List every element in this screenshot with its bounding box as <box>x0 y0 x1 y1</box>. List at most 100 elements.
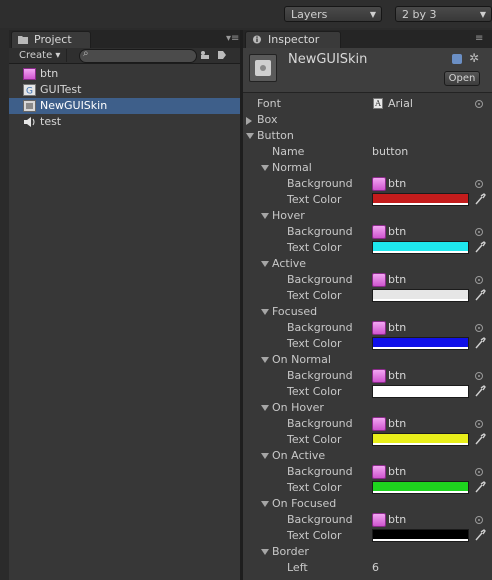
asset-label: NewGUISkin <box>40 99 108 112</box>
filter-by-label-icon[interactable] <box>217 50 227 60</box>
state-label: Hover <box>272 209 305 222</box>
panel-menu-icon[interactable]: ▾≡ <box>226 33 239 44</box>
list-item[interactable]: btn <box>9 66 240 82</box>
foldout-open-icon[interactable] <box>261 261 269 267</box>
name-value[interactable]: button <box>372 144 408 160</box>
foldout-closed-icon[interactable] <box>246 117 252 125</box>
tab-project-label: Project <box>34 33 72 46</box>
foldout-state[interactable]: Focused <box>243 304 492 320</box>
background-value[interactable]: btn <box>388 272 406 288</box>
background-value[interactable]: btn <box>388 464 406 480</box>
tab-project[interactable]: Project <box>11 31 91 48</box>
eyedropper-icon[interactable] <box>474 193 486 206</box>
property-text-color[interactable]: Text Color <box>243 528 492 544</box>
object-picker-icon[interactable] <box>475 276 483 284</box>
background-value[interactable]: btn <box>388 512 406 528</box>
foldout-button[interactable]: Button <box>243 128 492 144</box>
eyedropper-icon[interactable] <box>474 385 486 398</box>
property-text-color[interactable]: Text Color <box>243 432 492 448</box>
color-swatch[interactable] <box>372 289 469 302</box>
property-border-left[interactable]: Left 6 <box>243 560 492 576</box>
eyedropper-icon[interactable] <box>474 529 486 542</box>
list-item[interactable]: test <box>9 114 240 130</box>
foldout-open-icon[interactable] <box>261 165 269 171</box>
property-background[interactable]: Background btn <box>243 272 492 288</box>
foldout-state[interactable]: On Focused <box>243 496 492 512</box>
object-picker-icon[interactable] <box>475 468 483 476</box>
layers-dropdown[interactable]: Layers ▼ <box>284 6 382 22</box>
background-value[interactable]: btn <box>388 416 406 432</box>
filter-by-type-icon[interactable] <box>200 50 210 60</box>
background-value[interactable]: btn <box>388 368 406 384</box>
foldout-open-icon[interactable] <box>261 213 269 219</box>
foldout-open-icon[interactable] <box>261 501 269 507</box>
object-picker-icon[interactable] <box>475 324 483 332</box>
object-picker-icon[interactable] <box>475 420 483 428</box>
color-swatch[interactable] <box>372 529 469 542</box>
foldout-state[interactable]: On Hover <box>243 400 492 416</box>
gear-icon[interactable]: ✲ <box>469 51 479 65</box>
object-picker-icon[interactable] <box>475 372 483 380</box>
foldout-box[interactable]: Box <box>243 112 492 128</box>
border-left-value[interactable]: 6 <box>372 560 379 576</box>
property-name[interactable]: Name button <box>243 144 492 160</box>
foldout-state[interactable]: On Active <box>243 448 492 464</box>
list-item[interactable]: G GUITest <box>9 82 240 98</box>
guiskin-icon <box>249 54 277 82</box>
object-picker-icon[interactable] <box>475 100 483 108</box>
open-button[interactable]: Open <box>444 71 480 86</box>
layout-dropdown[interactable]: 2 by 3 ▼ <box>395 6 492 22</box>
foldout-state[interactable]: Hover <box>243 208 492 224</box>
eyedropper-icon[interactable] <box>474 481 486 494</box>
foldout-open-icon[interactable] <box>261 357 269 363</box>
color-swatch[interactable] <box>372 337 469 350</box>
property-text-color[interactable]: Text Color <box>243 384 492 400</box>
color-swatch[interactable] <box>372 433 469 446</box>
property-background[interactable]: Background btn <box>243 176 492 192</box>
foldout-state[interactable]: On Normal <box>243 352 492 368</box>
background-value[interactable]: btn <box>388 176 406 192</box>
color-swatch[interactable] <box>372 241 469 254</box>
panel-menu-icon[interactable]: ≡ <box>475 33 483 44</box>
foldout-open-icon[interactable] <box>261 549 269 555</box>
property-background[interactable]: Background btn <box>243 464 492 480</box>
create-dropdown[interactable]: Create ▾ <box>13 49 68 62</box>
foldout-open-icon[interactable] <box>261 405 269 411</box>
eyedropper-icon[interactable] <box>474 241 486 254</box>
foldout-border[interactable]: Border <box>243 544 492 560</box>
color-swatch[interactable] <box>372 481 469 494</box>
list-item[interactable]: NewGUISkin <box>9 98 240 114</box>
text-color-label: Text Color <box>287 385 342 398</box>
property-text-color[interactable]: Text Color <box>243 288 492 304</box>
object-picker-icon[interactable] <box>475 516 483 524</box>
eyedropper-icon[interactable] <box>474 337 486 350</box>
background-value[interactable]: btn <box>388 320 406 336</box>
info-icon <box>253 35 261 44</box>
eyedropper-icon[interactable] <box>474 289 486 302</box>
object-picker-icon[interactable] <box>475 228 483 236</box>
foldout-state[interactable]: Active <box>243 256 492 272</box>
property-font[interactable]: Font A Arial <box>243 96 492 112</box>
property-text-color[interactable]: Text Color <box>243 192 492 208</box>
help-icon[interactable] <box>452 54 462 64</box>
foldout-open-icon[interactable] <box>261 309 269 315</box>
foldout-state[interactable]: Normal <box>243 160 492 176</box>
property-text-color[interactable]: Text Color <box>243 240 492 256</box>
property-background[interactable]: Background btn <box>243 320 492 336</box>
eyedropper-icon[interactable] <box>474 433 486 446</box>
property-background[interactable]: Background btn <box>243 416 492 432</box>
color-swatch[interactable] <box>372 385 469 398</box>
property-background[interactable]: Background btn <box>243 512 492 528</box>
tab-inspector[interactable]: Inspector <box>245 31 341 48</box>
search-input[interactable]: ⌕ <box>79 48 197 63</box>
property-text-color[interactable]: Text Color <box>243 336 492 352</box>
property-text-color[interactable]: Text Color <box>243 480 492 496</box>
property-background[interactable]: Background btn <box>243 224 492 240</box>
color-swatch[interactable] <box>372 193 469 206</box>
background-value[interactable]: btn <box>388 224 406 240</box>
property-background[interactable]: Background btn <box>243 368 492 384</box>
asset-label: GUITest <box>40 83 82 96</box>
foldout-open-icon[interactable] <box>246 133 254 139</box>
object-picker-icon[interactable] <box>475 180 483 188</box>
foldout-open-icon[interactable] <box>261 453 269 459</box>
